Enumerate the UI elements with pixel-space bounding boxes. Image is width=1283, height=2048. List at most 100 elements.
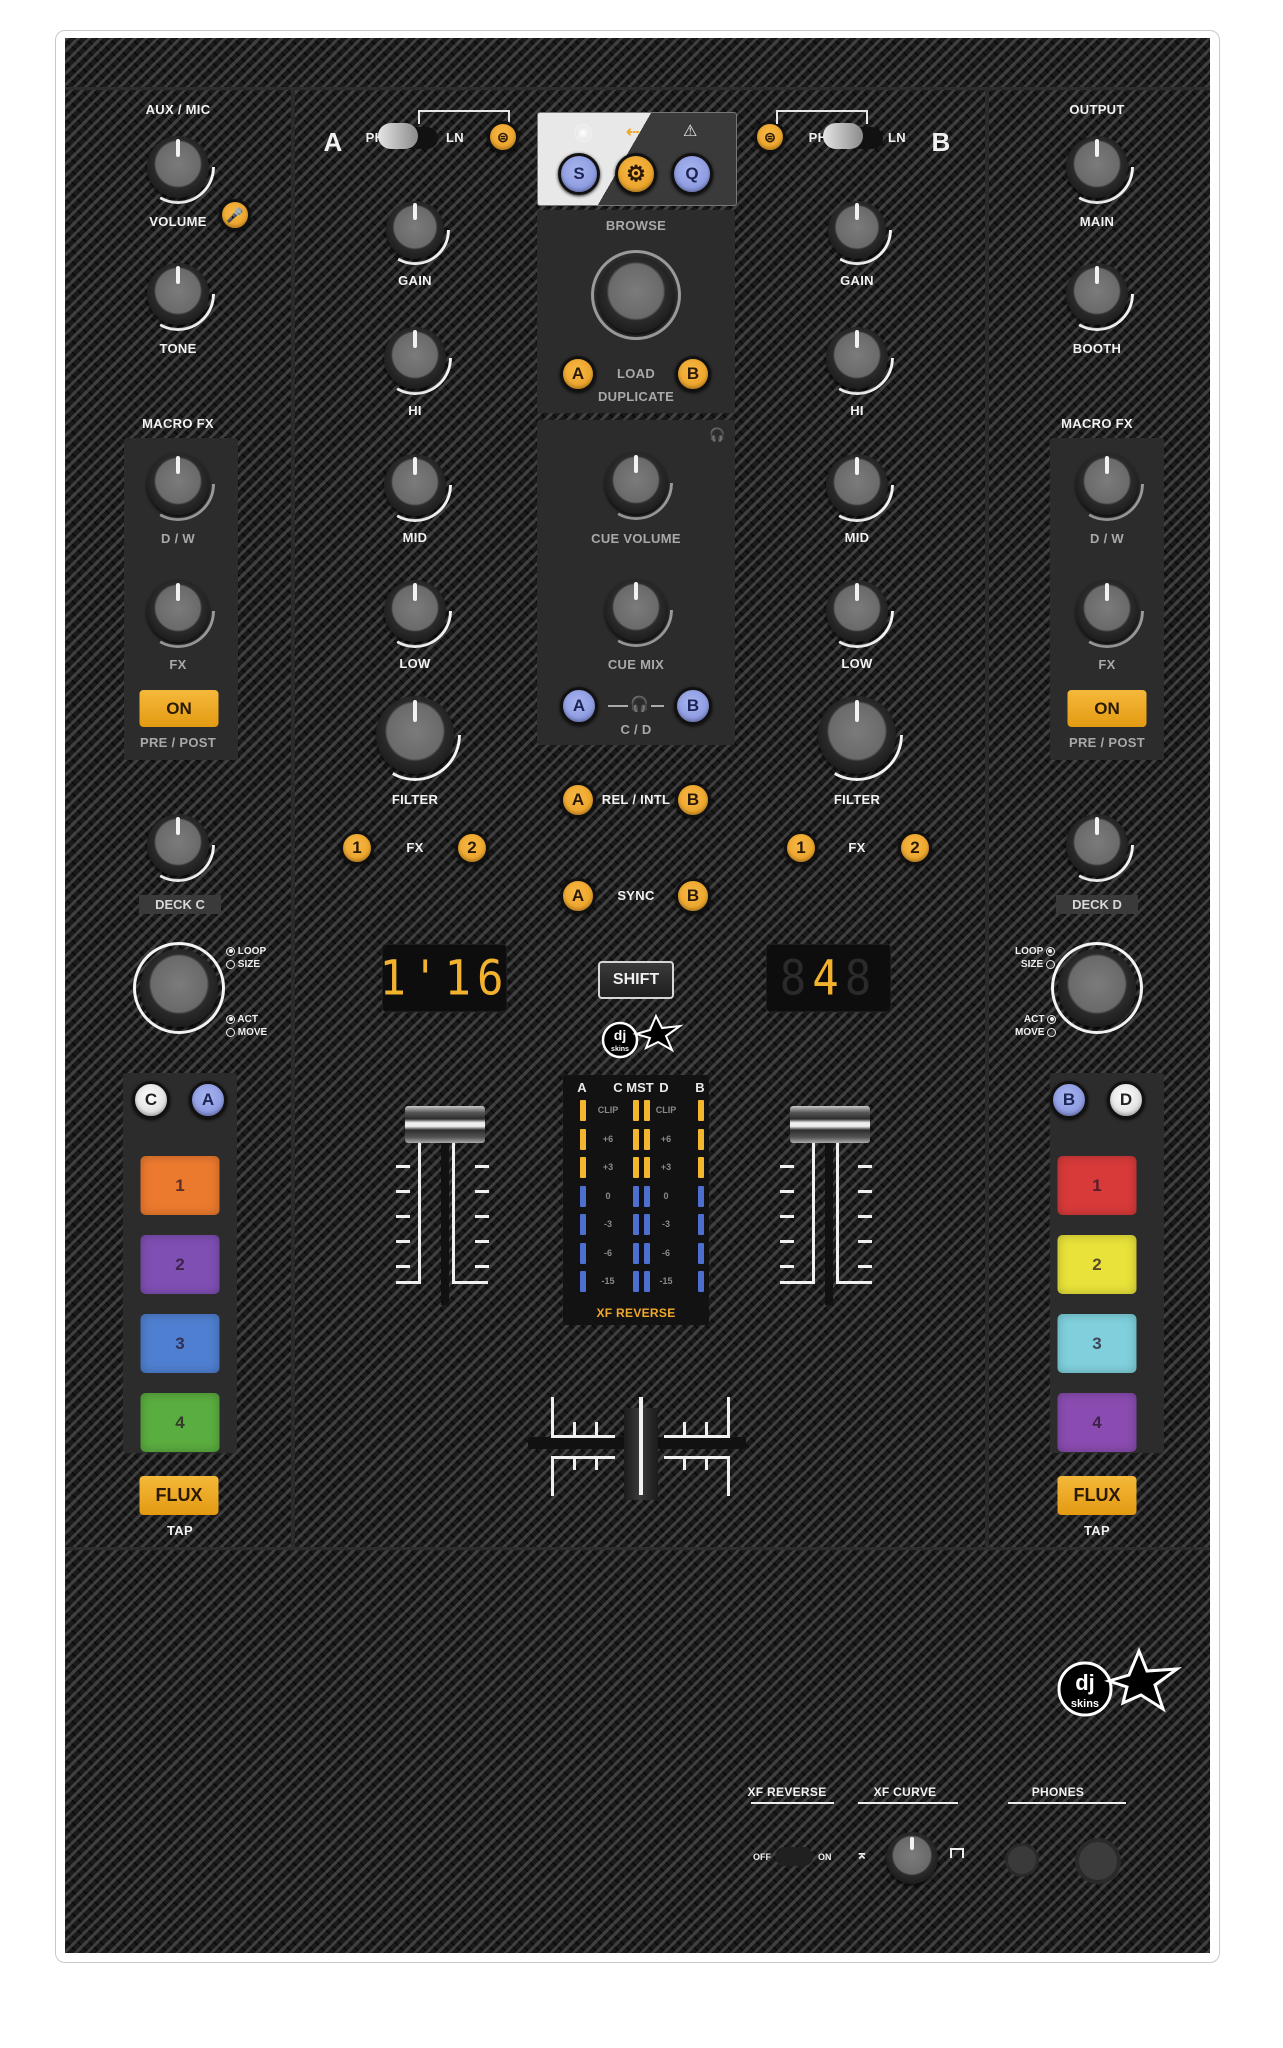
loop-encoder-right[interactable]	[1051, 942, 1143, 1034]
fx-knob-left[interactable]	[141, 574, 215, 648]
deck-d-label: DECK D	[1056, 895, 1138, 914]
snap-button[interactable]: S	[558, 153, 600, 195]
load-b-button[interactable]: B	[675, 356, 711, 392]
macro-fx-on-button-right[interactable]: ON	[1067, 690, 1147, 727]
phones-jack-small[interactable]	[1005, 1843, 1039, 1877]
pad-left-1[interactable]: 1	[140, 1156, 220, 1215]
filter-knob-a[interactable]	[369, 689, 461, 781]
gain-knob-b[interactable]	[822, 195, 892, 265]
ph-ln-switch-a[interactable]	[378, 123, 438, 149]
input-mode-button-a[interactable]: ⊜	[487, 121, 519, 153]
deck-b-select-button[interactable]: B	[1050, 1081, 1088, 1119]
deck-c-select-button[interactable]: C	[132, 1081, 170, 1119]
input-mode-button-b[interactable]: ⊜	[754, 121, 786, 153]
hi-knob-b[interactable]	[820, 321, 894, 395]
svg-text:dj: dj	[614, 1027, 626, 1043]
flux-button-left[interactable]: FLUX	[139, 1476, 219, 1515]
fx1-button-a[interactable]: 1	[340, 831, 374, 865]
meter-segment	[580, 1185, 586, 1207]
flux-button-right[interactable]: FLUX	[1057, 1476, 1137, 1515]
cue-mix-knob[interactable]	[599, 573, 673, 647]
xf-curve-label: XF CURVE	[873, 1785, 937, 1799]
pad-left-4[interactable]: 4	[140, 1393, 220, 1452]
pad-right-1[interactable]: 1	[1057, 1156, 1137, 1215]
low-label-b: LOW	[841, 656, 873, 671]
fx-label-right: FX	[1098, 657, 1116, 672]
mic-button[interactable]: 🎤	[219, 199, 251, 231]
deck-c-knob[interactable]	[141, 808, 215, 882]
crossfader-tick	[683, 1422, 686, 1436]
gear-icon: ⚙	[626, 161, 646, 186]
fx-knob-right[interactable]	[1070, 574, 1144, 648]
load-label: LOAD	[616, 366, 656, 381]
phones-jack-large[interactable]	[1075, 1838, 1121, 1884]
fader-tick	[396, 1190, 410, 1193]
sync-a-button[interactable]: A	[560, 878, 596, 914]
macro-fx-on-button-left[interactable]: ON	[139, 690, 219, 727]
cue-mix-label: CUE MIX	[607, 657, 665, 672]
load-a-button[interactable]: A	[560, 356, 596, 392]
meter-segment	[698, 1214, 704, 1235]
rel-intl-b-button[interactable]: B	[675, 782, 711, 818]
meter-scale-label: +6	[660, 1133, 672, 1144]
ph-ln-switch-b[interactable]	[823, 123, 883, 149]
fx1-button-b[interactable]: 1	[784, 831, 818, 865]
fader-cap-a[interactable]	[405, 1106, 485, 1143]
meter-header-b: B	[695, 1080, 705, 1095]
fader-tick	[475, 1190, 489, 1193]
meter-segment	[698, 1271, 704, 1292]
xf-curve-knob[interactable]	[886, 1832, 938, 1884]
xf-reverse-off-label: OFF	[753, 1852, 771, 1862]
hi-knob-a[interactable]	[378, 321, 452, 395]
shift-button[interactable]: SHIFT	[598, 961, 674, 999]
meter-header-c: C	[613, 1080, 623, 1095]
fader-tick	[858, 1165, 872, 1168]
ln-label-b: LN	[888, 130, 906, 145]
fader-guide	[452, 1143, 455, 1283]
deck-d-select-button[interactable]: D	[1107, 1081, 1145, 1119]
power-led-icon	[576, 126, 590, 140]
cue-a-button[interactable]: A	[560, 687, 598, 725]
fx2-button-b[interactable]: 2	[898, 831, 932, 865]
pad-left-2[interactable]: 2	[140, 1235, 220, 1294]
dw-knob-left[interactable]	[141, 447, 215, 521]
pad-right-2[interactable]: 2	[1057, 1235, 1137, 1294]
fx2-button-a[interactable]: 2	[455, 831, 489, 865]
deck-a-select-button[interactable]: A	[189, 1081, 227, 1119]
dw-label-right: D / W	[1090, 531, 1124, 546]
rel-intl-label: REL / INTL	[601, 792, 671, 807]
fader-cap-b[interactable]	[790, 1106, 870, 1143]
meter-segment	[580, 1214, 586, 1235]
loop-encoder-left[interactable]	[133, 942, 225, 1034]
low-knob-a[interactable]	[378, 574, 452, 648]
xf-reverse-switch[interactable]	[775, 1847, 813, 1866]
filter-knob-b[interactable]	[811, 689, 903, 781]
sync-b-button[interactable]: B	[675, 878, 711, 914]
browse-encoder[interactable]	[591, 250, 681, 340]
xf-reverse-on-label: ON	[818, 1852, 832, 1862]
settings-button[interactable]: ⚙	[615, 153, 657, 195]
main-volume-knob[interactable]	[1060, 130, 1134, 204]
aux-volume-knob[interactable]	[141, 130, 215, 204]
gain-knob-a[interactable]	[380, 195, 450, 265]
usb-icon: ⇠	[626, 124, 640, 141]
tone-knob[interactable]	[141, 257, 215, 331]
low-knob-b[interactable]	[820, 574, 894, 648]
rel-intl-a-button[interactable]: A	[560, 782, 596, 818]
pad-left-3[interactable]: 3	[140, 1314, 220, 1373]
crossfader-tick	[551, 1435, 615, 1438]
cue-b-button[interactable]: B	[674, 687, 712, 725]
mid-knob-b[interactable]	[820, 448, 894, 522]
dw-knob-right[interactable]	[1070, 447, 1144, 521]
pad-right-3[interactable]: 3	[1057, 1314, 1137, 1373]
microphone-icon: 🎤	[226, 206, 244, 223]
pad-right-4[interactable]: 4	[1057, 1393, 1137, 1452]
quantize-button[interactable]: Q	[671, 153, 713, 195]
crossfader-tick	[664, 1435, 730, 1438]
mid-knob-a[interactable]	[378, 448, 452, 522]
booth-volume-knob[interactable]	[1060, 257, 1134, 331]
deck-d-knob[interactable]	[1060, 808, 1134, 882]
crossfader-guide	[727, 1456, 730, 1496]
sync-label: SYNC	[617, 888, 655, 903]
cue-volume-knob[interactable]	[599, 446, 673, 520]
